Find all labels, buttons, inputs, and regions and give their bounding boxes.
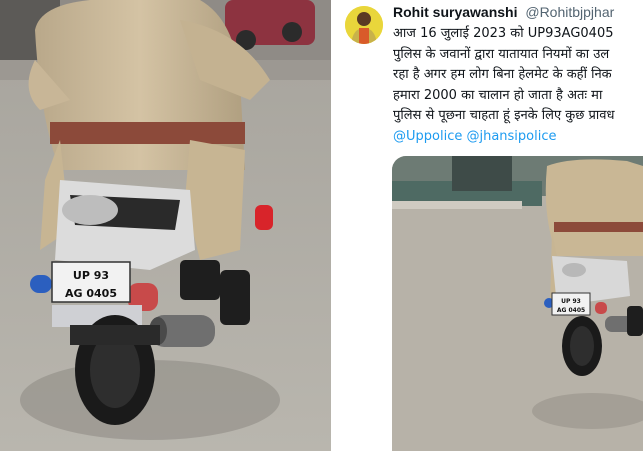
tweet-line: रहा है अगर हम लोग बिना हेलमेट के कहीं नि… <box>393 67 612 82</box>
plate-line2: AG 0405 <box>65 287 117 300</box>
motorcycle-photo: UP 93 AG 0405 <box>0 0 331 451</box>
user-handle[interactable]: @Rohitbjpjhar <box>525 4 614 20</box>
tweet-card: Rohit suryawanshi @Rohitbjpjhar आज 16 जु… <box>337 0 643 451</box>
tweet-line: पुलिस से पूछना चाहता हूं इनके लिए कुछ प्… <box>393 108 615 123</box>
tweet-author[interactable]: Rohit suryawanshi @Rohitbjpjhar <box>393 4 614 20</box>
left-photo: UP 93 AG 0405 <box>0 0 331 451</box>
plate-line2: AG 0405 <box>557 307 585 314</box>
plate-line1: UP 93 <box>561 298 581 305</box>
tweet-mentions[interactable]: @Uppolice @jhansipolice <box>393 127 643 148</box>
tweet-line: पुलिस के जवानों द्वारा यातायात नियमों का… <box>393 46 610 62</box>
tweet-line: आज 16 जुलाई 2023 को UP93AG0405 <box>393 26 614 41</box>
tweet-text: आज 16 जुलाई 2023 को UP93AG0405 पुलिस के … <box>393 24 643 147</box>
tweet-line: हमारा 2000 का चालान हो जाता है अतः मा <box>393 87 603 103</box>
avatar[interactable] <box>345 6 383 44</box>
profile-photo-icon <box>345 6 383 44</box>
plate-line1: UP 93 <box>73 269 109 282</box>
motorcycle-photo: UP 93 AG 0405 <box>392 156 643 451</box>
display-name[interactable]: Rohit suryawanshi <box>393 4 517 20</box>
tweet-attached-photo[interactable]: UP 93 AG 0405 <box>392 156 643 451</box>
